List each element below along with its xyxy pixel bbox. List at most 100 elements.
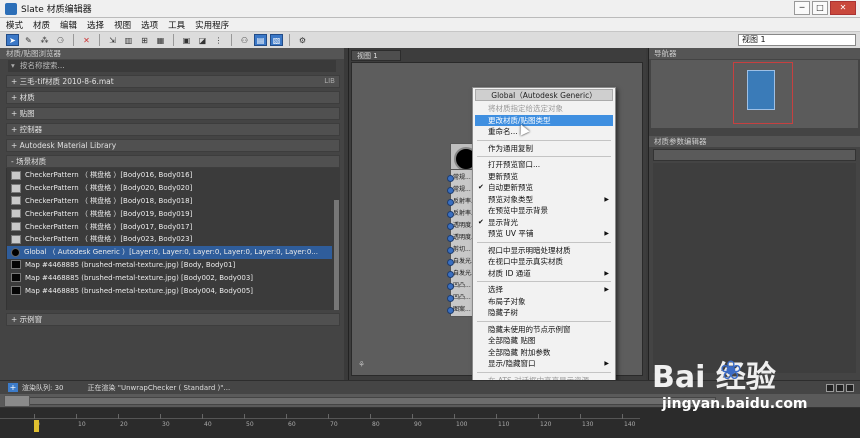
checker-swatch-icon — [11, 196, 21, 206]
context-menu-item[interactable]: ✔ 显示背光 — [475, 217, 613, 229]
background-icon[interactable]: ◪ — [196, 34, 209, 46]
list-item-selected[interactable]: Global （ Autodesk Generic ）[Layer:0, Lay… — [7, 245, 332, 259]
rollout-maps[interactable]: + 贴图 — [6, 107, 340, 120]
context-menu-item[interactable]: 作为通用复制 — [475, 143, 613, 155]
node-slot[interactable]: 透明度... — [446, 232, 474, 244]
context-menu-item[interactable]: 在视口中显示真实材质 — [475, 256, 613, 268]
nav-icon[interactable] — [826, 384, 834, 392]
node-slot[interactable]: 自发光... — [446, 268, 474, 280]
context-menu-item[interactable]: 选择 ▶ — [475, 284, 613, 296]
menu-view[interactable]: 视图 — [114, 19, 131, 31]
list-item[interactable]: Map #4468885 (brushed-metal-texture.jpg)… — [7, 284, 332, 297]
checker-swatch-icon — [11, 222, 21, 232]
node-slot[interactable]: 图案... — [446, 304, 474, 316]
rollout-controllers[interactable]: + 控制器 — [6, 123, 340, 136]
time-slider-thumb[interactable] — [4, 395, 30, 407]
menu-material[interactable]: 材质 — [33, 19, 50, 31]
pick-material-icon[interactable]: ⁂ — [38, 34, 51, 46]
menu-separator — [477, 281, 611, 282]
view-select[interactable]: 视图 1 — [738, 34, 856, 46]
list-item[interactable]: CheckerPattern （ 棋盘格 ）[Body016, Body016] — [7, 169, 332, 182]
context-menu-item[interactable]: ✔ 自动更新预览 — [475, 182, 613, 194]
navigator-view[interactable] — [651, 60, 858, 128]
move-children-icon[interactable]: ⇲ — [106, 34, 119, 46]
nav-icon[interactable] — [846, 384, 854, 392]
navigator-toggle-icon[interactable]: ▤ — [254, 34, 267, 46]
menu-tools[interactable]: 工具 — [168, 19, 185, 31]
show-map-icon[interactable]: ▣ — [180, 34, 193, 46]
checker-swatch-icon — [11, 234, 21, 244]
context-menu-item[interactable]: 全部隐藏 附加参数 — [475, 347, 613, 359]
rollout-materials[interactable]: + 材质 — [6, 91, 340, 104]
context-menu-item[interactable]: 重命名... — [475, 126, 613, 138]
layout-icon[interactable]: ⊞ — [138, 34, 151, 46]
context-menu-item[interactable]: 视口中显示明暗处理材质 — [475, 245, 613, 257]
layout-all-icon[interactable]: ⋮ — [212, 34, 225, 46]
list-item[interactable]: CheckerPattern （ 棋盘格 ）[Body023, Body023] — [7, 233, 332, 246]
add-render-icon[interactable]: + — [8, 383, 18, 392]
context-menu-item[interactable]: 隐藏子树 — [475, 307, 613, 319]
list-item[interactable]: CheckerPattern （ 棋盘格 ）[Body018, Body018] — [7, 195, 332, 208]
params-toggle-icon[interactable]: ▧ — [270, 34, 283, 46]
maximize-button[interactable]: □ — [812, 1, 828, 15]
rollout-sample-slots[interactable]: + 示例窗 — [6, 313, 340, 326]
timeline-tick — [454, 414, 455, 419]
timeline-ruler[interactable]: 0102030405060708090100110120130140 — [0, 408, 860, 438]
context-menu-item[interactable]: 将材质指定给选定对象 — [475, 103, 613, 115]
context-menu-item[interactable]: 布局子对象 — [475, 296, 613, 308]
menu-edit[interactable]: 编辑 — [60, 19, 77, 31]
close-button[interactable]: ✕ — [830, 1, 856, 15]
menu-select[interactable]: 选择 — [87, 19, 104, 31]
context-menu-item[interactable]: 打开预览窗口... — [475, 159, 613, 171]
menu-mode[interactable]: 模式 — [6, 19, 23, 31]
node-slot[interactable]: 凹凸... — [446, 292, 474, 304]
time-slider-track[interactable] — [16, 397, 716, 405]
list-item[interactable]: CheckerPattern （ 棋盘格 ）[Body017, Body017] — [7, 220, 332, 233]
rollout-autodesk-library[interactable]: + Autodesk Material Library — [6, 139, 340, 152]
minimize-button[interactable]: ─ — [794, 1, 810, 15]
select-tool-icon[interactable]: ➤ — [6, 34, 19, 46]
context-menu-item[interactable]: 在预览中显示背景 — [475, 205, 613, 217]
context-menu-item[interactable]: 隐藏未使用的节点示例窗 — [475, 324, 613, 336]
delete-icon[interactable]: ✕ — [80, 34, 93, 46]
menu-utilities[interactable]: 实用程序 — [195, 19, 229, 31]
context-menu-item[interactable]: 预览 UV 平铺 ▶ — [475, 228, 613, 240]
context-menu-item[interactable]: 预览对象类型 ▶ — [475, 194, 613, 206]
node-slot[interactable]: 常规... — [446, 184, 474, 196]
rollout-library[interactable]: + 三毛-tif材质 2010-8-6.mat LIB — [6, 75, 340, 88]
node-slot[interactable]: 自发光... — [446, 256, 474, 268]
node-slot[interactable]: 常规... — [446, 172, 474, 184]
menu-options[interactable]: 选项 — [141, 19, 158, 31]
rollout-scene-materials[interactable]: - 场景材质 — [6, 155, 340, 168]
pan-view-icon[interactable]: ⚘ — [358, 360, 365, 369]
tab-view-1[interactable]: 视图 1 — [351, 50, 401, 61]
context-menu-item[interactable]: 更改材质/贴图类型 — [475, 114, 613, 126]
params-header: 材质参数编辑器 — [649, 136, 860, 147]
node-slot[interactable]: 反射率... — [446, 208, 474, 220]
node-slot[interactable]: 反射率... — [446, 196, 474, 208]
list-item[interactable]: CheckerPattern （ 棋盘格 ）[Body019, Body019] — [7, 207, 332, 220]
scrollbar[interactable] — [334, 200, 339, 310]
hide-unused-icon[interactable]: ▥ — [122, 34, 135, 46]
context-menu-item[interactable]: 更新预览 — [475, 171, 613, 183]
node-slot[interactable]: 凹凸... — [446, 280, 474, 292]
search-input[interactable]: 按名称搜索... — [8, 60, 336, 72]
tree-icon[interactable]: ⚇ — [238, 34, 251, 46]
submenu-arrow-icon: ▶ — [604, 195, 609, 203]
rollout-label: + 贴图 — [11, 109, 35, 118]
context-menu-item[interactable]: 全部隐藏 贴图 — [475, 335, 613, 347]
context-menu-item[interactable]: 材质 ID 通道 ▶ — [475, 268, 613, 280]
list-item[interactable]: CheckerPattern （ 棋盘格 ）[Body020, Body020] — [7, 182, 332, 195]
assign-material-icon[interactable]: ⚆ — [54, 34, 67, 46]
nav-icon[interactable] — [836, 384, 844, 392]
checker-icon[interactable]: ▦ — [154, 34, 167, 46]
context-menu-item[interactable]: 显示/隐藏窗口 ▶ — [475, 358, 613, 370]
eyedropper-icon[interactable]: ✎ — [22, 34, 35, 46]
params-name-field[interactable] — [653, 149, 856, 161]
list-item[interactable]: Map #4468885 (brushed-metal-texture.jpg)… — [7, 259, 332, 272]
node-slot[interactable]: 透明度... — [446, 220, 474, 232]
keyframe-marker[interactable] — [34, 420, 39, 432]
list-item[interactable]: Map #4468885 (brushed-metal-texture.jpg)… — [7, 271, 332, 284]
node-slot[interactable]: 剪切... — [446, 244, 474, 256]
options-icon[interactable]: ⚙ — [296, 34, 309, 46]
